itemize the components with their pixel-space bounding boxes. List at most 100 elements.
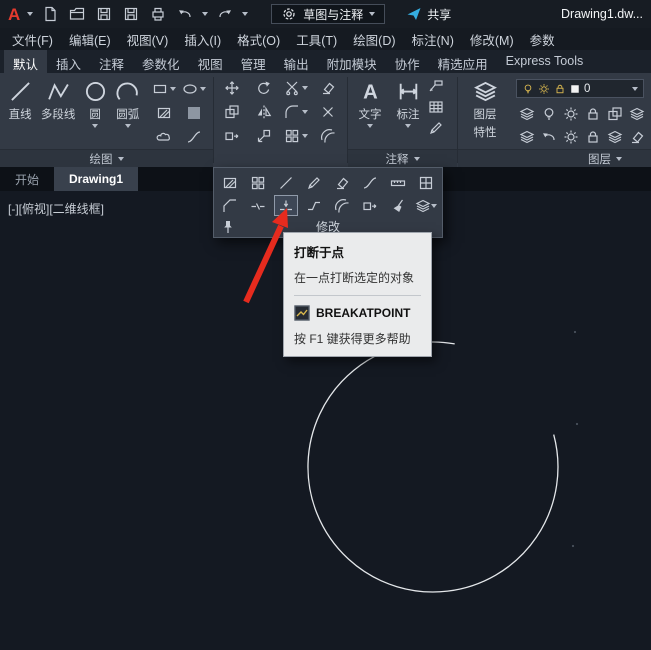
layer-select-combo[interactable]: 0 xyxy=(516,79,644,98)
layer-match-button[interactable] xyxy=(607,106,623,122)
break-at-point-button[interactable] xyxy=(274,195,298,216)
menu-modify[interactable]: 修改(M) xyxy=(462,30,522,49)
layer-walk-button[interactable] xyxy=(629,106,645,122)
plot-icon[interactable] xyxy=(148,4,168,24)
pin-icon[interactable] xyxy=(218,216,238,237)
workspace-selector[interactable]: 草图与注释 xyxy=(271,4,386,24)
share-button[interactable]: 共享 xyxy=(406,6,451,23)
multileader-tool-button[interactable] xyxy=(428,78,444,94)
revision-cloud-button[interactable] xyxy=(156,129,172,145)
markup-tool-button[interactable] xyxy=(428,120,444,136)
spline-tool-button[interactable] xyxy=(186,129,202,145)
edit-spline-button[interactable] xyxy=(274,172,298,193)
menu-format[interactable]: 格式(O) xyxy=(229,30,288,49)
file-tab-start[interactable]: 开始 xyxy=(0,167,54,191)
menu-tools[interactable]: 工具(T) xyxy=(288,30,345,49)
ribbon-tab-express-tools[interactable]: Express Tools xyxy=(497,50,593,73)
ribbon-tab-manage[interactable]: 管理 xyxy=(232,50,275,73)
layer-unlock-all-button[interactable] xyxy=(585,129,601,145)
menu-file[interactable]: 文件(F) xyxy=(4,30,61,49)
layer-isolate-button[interactable] xyxy=(541,106,557,122)
edit-hatch-button[interactable] xyxy=(218,172,242,193)
layer-panel-label[interactable]: 图层 xyxy=(458,149,651,167)
trim-tool-button[interactable] xyxy=(284,80,308,96)
menu-parametric[interactable]: 参数 xyxy=(522,30,563,49)
dimension-button[interactable]: 标注 xyxy=(390,76,426,128)
circle-dropdown-icon[interactable] xyxy=(92,124,99,128)
text-dropdown-icon[interactable] xyxy=(367,124,373,128)
join-button[interactable] xyxy=(302,195,326,216)
redo-dropdown-icon[interactable] xyxy=(242,12,249,16)
ribbon-tab-featured-apps[interactable]: 精选应用 xyxy=(429,50,497,73)
layer-delete-button[interactable] xyxy=(629,129,645,145)
menu-edit[interactable]: 编辑(E) xyxy=(61,30,119,49)
layer-make-current-button[interactable] xyxy=(519,129,535,145)
grid-edit-button[interactable] xyxy=(414,172,438,193)
layer-properties-button[interactable]: 图层 特性 xyxy=(464,76,506,140)
explode-tool-button[interactable] xyxy=(320,104,336,120)
table-tool-button[interactable] xyxy=(428,99,444,115)
layer-previous-button[interactable] xyxy=(541,129,557,145)
undo-dropdown-icon[interactable] xyxy=(202,12,209,16)
layer-merge-button[interactable] xyxy=(607,129,623,145)
layer-off-button[interactable] xyxy=(519,106,535,122)
stretch-tool-button[interactable] xyxy=(224,128,240,144)
file-tab-drawing1[interactable]: Drawing1 xyxy=(54,167,139,191)
reverse-button[interactable] xyxy=(358,195,382,216)
ellipse-tool-button[interactable] xyxy=(182,81,206,97)
eraser-button[interactable] xyxy=(330,172,354,193)
offset-tool-button[interactable] xyxy=(320,128,336,144)
ribbon-tab-insert[interactable]: 插入 xyxy=(47,50,90,73)
circle-button[interactable]: 圆 xyxy=(80,76,111,128)
jog-button[interactable] xyxy=(218,195,242,216)
align-button[interactable] xyxy=(358,172,382,193)
undo-icon[interactable] xyxy=(175,4,195,24)
menu-insert[interactable]: 插入(I) xyxy=(176,30,229,49)
rectangle-tool-button[interactable] xyxy=(152,81,176,97)
clean-broom-button[interactable] xyxy=(386,195,410,216)
edit-polyline-button[interactable] xyxy=(302,172,326,193)
hatch-tool-button[interactable] xyxy=(156,105,172,121)
open-file-icon[interactable] xyxy=(67,4,87,24)
ribbon-tab-default[interactable]: 默认 xyxy=(4,50,48,73)
gradient-tool-button[interactable] xyxy=(186,105,202,121)
ribbon-tab-addins[interactable]: 附加模块 xyxy=(318,50,386,73)
annotation-panel-label[interactable]: 注释 xyxy=(348,149,457,167)
set-to-bylayer-button[interactable] xyxy=(414,195,438,216)
ribbon-tab-output[interactable]: 输出 xyxy=(275,50,318,73)
ribbon-tab-view[interactable]: 视图 xyxy=(189,50,232,73)
break-button[interactable] xyxy=(246,195,270,216)
fillet-tool-button[interactable] xyxy=(284,104,308,120)
move-tool-button[interactable] xyxy=(224,80,240,96)
text-button[interactable]: 文字 xyxy=(352,76,388,128)
arc-dropdown-icon[interactable] xyxy=(124,124,131,128)
rotate-tool-button[interactable] xyxy=(256,80,272,96)
erase-tool-button[interactable] xyxy=(320,80,336,96)
menu-dimension[interactable]: 标注(N) xyxy=(404,30,462,49)
redo-icon[interactable] xyxy=(215,4,235,24)
circle-arc-object[interactable] xyxy=(307,341,559,593)
logo-dropdown-icon[interactable] xyxy=(27,12,34,16)
ribbon-tab-collaborate[interactable]: 协作 xyxy=(386,50,429,73)
menu-draw[interactable]: 绘图(D) xyxy=(345,30,403,49)
new-file-icon[interactable] xyxy=(40,4,60,24)
mirror-tool-button[interactable] xyxy=(256,104,272,120)
overkill-button[interactable] xyxy=(330,195,354,216)
layer-lock-button[interactable] xyxy=(585,106,601,122)
ribbon-tab-parametric[interactable]: 参数化 xyxy=(133,50,189,73)
menu-view[interactable]: 视图(V) xyxy=(119,30,177,49)
dimension-dropdown-icon[interactable] xyxy=(405,124,411,128)
polyline-button[interactable]: 多段线 xyxy=(38,76,78,122)
edit-array-button[interactable] xyxy=(246,172,270,193)
ribbon-tab-annotate[interactable]: 注释 xyxy=(90,50,133,73)
measure-button[interactable] xyxy=(386,172,410,193)
copy-tool-button[interactable] xyxy=(224,104,240,120)
layer-freeze-button[interactable] xyxy=(563,106,579,122)
array-tool-button[interactable] xyxy=(284,128,308,144)
arc-button[interactable]: 圆弧 xyxy=(112,76,143,128)
save-as-icon[interactable] xyxy=(121,4,141,24)
autocad-logo[interactable]: A xyxy=(8,6,20,23)
draw-panel-label[interactable]: 绘图 xyxy=(0,149,213,167)
scale-tool-button[interactable] xyxy=(256,128,272,144)
layer-turn-on-button[interactable] xyxy=(563,129,579,145)
